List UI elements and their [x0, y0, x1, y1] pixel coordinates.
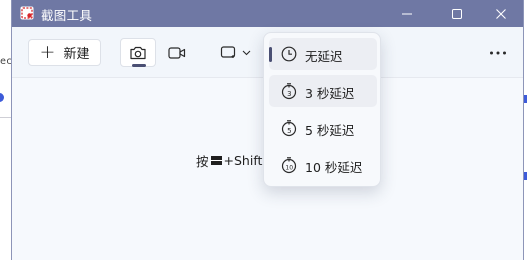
delay-option-label: 10 秒延迟 [305, 160, 363, 175]
svg-text:10: 10 [285, 165, 293, 172]
close-icon [495, 8, 506, 19]
delay-option-label: 3 秒延迟 [305, 86, 355, 101]
delay-option-label: 无延迟 [305, 49, 343, 64]
delay-option-3s[interactable]: 3 3 秒延迟 [269, 75, 377, 107]
hint-prefix: 按 [196, 154, 209, 169]
minimize-button[interactable] [384, 0, 429, 27]
delay-option-10s[interactable]: 10 10 秒延迟 [269, 149, 377, 181]
more-icon [490, 51, 506, 54]
more-options-button[interactable] [480, 39, 516, 66]
clock-icon [281, 46, 297, 62]
title-bar[interactable]: 截图工具 [12, 0, 523, 27]
svg-text:5: 5 [287, 127, 291, 135]
snipping-tool-app-icon [20, 6, 34, 20]
background-blue-mark [524, 172, 527, 180]
new-snip-button[interactable]: + 新建 [28, 39, 101, 66]
background-window-left: ec [0, 0, 12, 260]
timer-5-icon: 5 [281, 120, 297, 137]
desktop: ec 截图工具 + 新建 按 +Shift 无延迟 3 3 秒延迟 5 5 秒延… [0, 0, 529, 260]
video-icon [168, 46, 186, 59]
delay-option-none[interactable]: 无延迟 [269, 38, 377, 70]
close-button[interactable] [478, 0, 523, 27]
camera-icon [130, 46, 146, 59]
selected-indicator [269, 47, 272, 62]
minimize-icon [401, 13, 412, 14]
chevron-down-icon [242, 50, 250, 55]
delay-option-5s[interactable]: 5 5 秒延迟 [269, 112, 377, 144]
windows-key-icon [210, 156, 222, 165]
active-mode-indicator [132, 64, 146, 67]
shortcut-hint: 按 +Shift [196, 151, 262, 170]
svg-text:3: 3 [287, 90, 291, 98]
delay-menu: 无延迟 3 3 秒延迟 5 5 秒延迟 10 10 秒延迟 [263, 32, 381, 187]
timer-10-icon: 10 [281, 157, 297, 174]
maximize-icon [451, 8, 462, 19]
hint-suffix: +Shift [223, 153, 263, 168]
timer-3-icon: 3 [281, 83, 297, 100]
snip-shape-dropdown[interactable] [217, 39, 253, 66]
record-mode-button[interactable] [159, 38, 195, 67]
delay-option-label: 5 秒延迟 [305, 123, 355, 138]
maximize-button[interactable] [434, 0, 479, 27]
capture-mode-toggle [120, 38, 195, 67]
background-blue-mark [524, 95, 527, 103]
background-blue-dot [0, 93, 4, 102]
rectangle-mode-icon [220, 45, 235, 58]
plus-icon: + [39, 41, 56, 63]
background-divider [0, 117, 11, 118]
new-snip-label: 新建 [63, 47, 90, 62]
window-title: 截图工具 [41, 8, 93, 23]
screenshot-mode-button[interactable] [120, 38, 156, 67]
